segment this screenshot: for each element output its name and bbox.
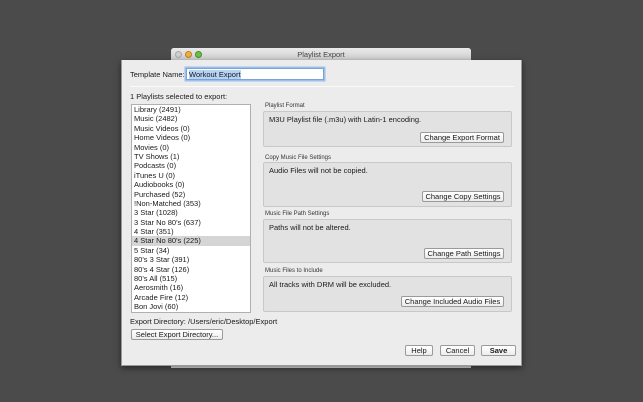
playlist-item[interactable]: 5 Star (34) — [132, 246, 250, 255]
template-name-label: Template Name: — [130, 70, 185, 79]
close-button[interactable] — [175, 51, 182, 58]
export-directory-label: Export Directory: — [130, 317, 186, 326]
group-label: Music File Path Settings — [265, 211, 330, 217]
playlist-item[interactable]: Arcade Fire (12) — [132, 293, 250, 302]
playlist-format-group: M3U Playlist file (.m3u) with Latin-1 en… — [263, 111, 512, 147]
playlist-item[interactable]: Aerosmith (16) — [132, 283, 250, 292]
group-label: Music Files to Include — [265, 268, 323, 274]
template-name-value: Workout Export — [189, 70, 241, 79]
playlist-item[interactable]: 80's 3 Star (391) — [132, 255, 250, 264]
group-message: Audio Files will not be copied. — [269, 166, 368, 175]
window-title: Playlist Export — [297, 50, 345, 59]
group-label: Playlist Format — [265, 103, 305, 109]
playlist-item[interactable]: Music Videos (0) — [132, 124, 250, 133]
playlist-item[interactable]: Music (2482) — [132, 114, 250, 123]
group-message: M3U Playlist file (.m3u) with Latin-1 en… — [269, 115, 422, 124]
zoom-button[interactable] — [195, 51, 202, 58]
playlist-item[interactable]: Audiobooks (0) — [132, 180, 250, 189]
template-name-input[interactable]: Workout Export — [186, 68, 324, 80]
playlist-item[interactable]: 3 Star No 80's (637) — [132, 218, 250, 227]
change-included-audio-files-button[interactable]: Change Included Audio Files — [401, 296, 504, 307]
include-files-group: All tracks with DRM will be excluded. Ch… — [263, 276, 512, 312]
export-directory-path: /Users/eric/Desktop/Export — [188, 317, 278, 326]
separator — [130, 86, 514, 87]
playlist-item[interactable]: Podcasts (0) — [132, 161, 250, 170]
playlist-item[interactable]: !Non-Matched (353) — [132, 199, 250, 208]
save-button[interactable]: Save — [481, 345, 516, 356]
change-path-settings-button[interactable]: Change Path Settings — [424, 248, 504, 259]
playlist-item[interactable]: 80's All (515) — [132, 274, 250, 283]
playlist-list[interactable]: Library (2491) Music (2482) Music Videos (… — [131, 104, 251, 313]
playlist-item[interactable]: 3 Star (1028) — [132, 208, 250, 217]
playlist-item[interactable]: Home Videos (0) — [132, 133, 250, 142]
group-label: Copy Music File Settings — [265, 155, 332, 161]
playlist-item[interactable]: 4 Star (351) — [132, 227, 250, 236]
copy-settings-group: Audio Files will not be copied. Change C… — [263, 162, 512, 207]
change-export-format-button[interactable]: Change Export Format — [420, 132, 504, 143]
group-message: Paths will not be altered. — [269, 223, 351, 232]
change-copy-settings-button[interactable]: Change Copy Settings — [422, 191, 504, 202]
playlist-item[interactable]: 4 Star No 80's (225) — [132, 236, 250, 246]
playlists-heading: 1 Playlists selected to export: — [130, 92, 228, 101]
playlist-item[interactable]: iTunes U (0) — [132, 171, 250, 180]
playlist-item[interactable]: Bon Jovi (60) — [132, 302, 250, 311]
select-export-directory-button[interactable]: Select Export Directory... — [131, 329, 223, 340]
playlist-item[interactable]: Purchased (52) — [132, 190, 250, 199]
minimize-button[interactable] — [185, 51, 192, 58]
playlist-item[interactable]: Movies (0) — [132, 143, 250, 152]
playlist-item[interactable]: Library (2491) — [132, 105, 250, 114]
playlist-item[interactable]: 80's 4 Star (126) — [132, 265, 250, 274]
playlist-item[interactable]: TV Shows (1) — [132, 152, 250, 161]
group-message: All tracks with DRM will be excluded. — [269, 280, 392, 289]
help-button[interactable]: Help — [405, 345, 433, 356]
path-settings-group: Paths will not be altered. Change Path S… — [263, 219, 512, 263]
cancel-button[interactable]: Cancel — [440, 345, 475, 356]
